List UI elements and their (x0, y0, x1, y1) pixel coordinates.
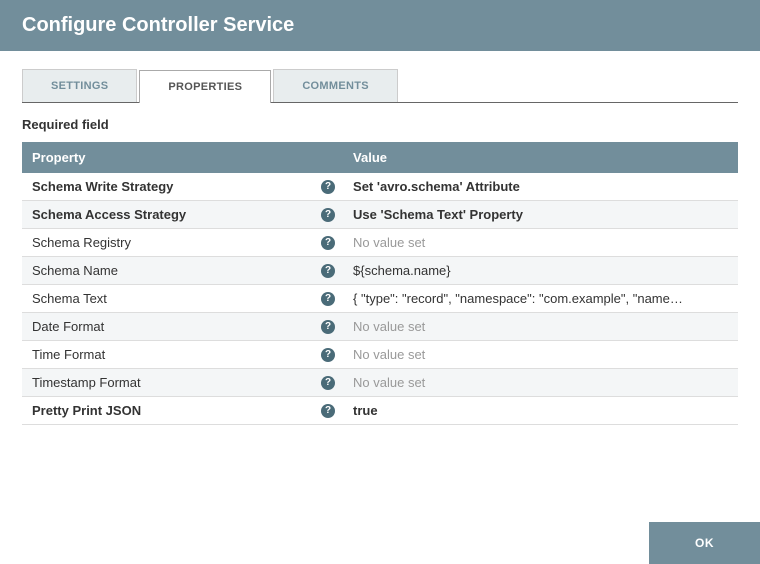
property-value-cell[interactable]: Use 'Schema Text' Property (343, 201, 693, 229)
tab-bar: SETTINGS PROPERTIES COMMENTS (22, 69, 738, 103)
property-actions-cell (693, 257, 738, 285)
property-value-cell[interactable]: No value set (343, 341, 693, 369)
help-icon[interactable]: ? (321, 376, 335, 390)
property-name-cell: Date Format? (22, 313, 343, 341)
property-name-cell: Schema Write Strategy? (22, 173, 343, 201)
tab-properties[interactable]: PROPERTIES (139, 70, 271, 103)
property-name-cell: Pretty Print JSON? (22, 397, 343, 425)
property-actions-cell (693, 229, 738, 257)
property-value: No value set (353, 347, 683, 362)
column-header-actions (693, 142, 738, 173)
dialog-content: SETTINGS PROPERTIES COMMENTS Required fi… (0, 51, 760, 425)
help-icon[interactable]: ? (321, 236, 335, 250)
dialog-title: Configure Controller Service (22, 14, 738, 37)
table-row: Schema Name? ${schema.name} (22, 257, 738, 285)
property-name: Schema Text (32, 291, 107, 306)
help-icon[interactable]: ? (321, 208, 335, 222)
dialog-header: Configure Controller Service (0, 0, 760, 51)
property-value-cell[interactable]: No value set (343, 313, 693, 341)
help-icon[interactable]: ? (321, 348, 335, 362)
property-name: Pretty Print JSON (32, 403, 141, 418)
tab-comments[interactable]: COMMENTS (273, 69, 398, 102)
column-header-value: Value (343, 142, 693, 173)
property-actions-cell (693, 173, 738, 201)
properties-table: Property Value Schema Write Strategy? Set… (22, 142, 738, 425)
help-icon[interactable]: ? (321, 264, 335, 278)
dialog-footer: OK (0, 522, 760, 564)
table-row: Date Format? No value set (22, 313, 738, 341)
property-actions-cell (693, 201, 738, 229)
help-icon[interactable]: ? (321, 292, 335, 306)
tab-settings[interactable]: SETTINGS (22, 69, 137, 102)
property-name: Timestamp Format (32, 375, 141, 390)
property-value-cell[interactable]: { "type": "record", "namespace": "com.ex… (343, 285, 693, 313)
property-value: true (353, 403, 683, 418)
property-name: Schema Access Strategy (32, 207, 186, 222)
column-header-property: Property (22, 142, 343, 173)
property-value: ${schema.name} (353, 263, 683, 278)
table-row: Schema Write Strategy? Set 'avro.schema' … (22, 173, 738, 201)
property-name: Time Format (32, 347, 105, 362)
property-name-cell: Time Format? (22, 341, 343, 369)
table-row: Schema Registry? No value set (22, 229, 738, 257)
help-icon[interactable]: ? (321, 404, 335, 418)
property-name-cell: Schema Text? (22, 285, 343, 313)
property-actions-cell (693, 341, 738, 369)
property-name: Schema Name (32, 263, 118, 278)
property-actions-cell (693, 369, 738, 397)
property-name-cell: Schema Registry? (22, 229, 343, 257)
property-name-cell: Schema Name? (22, 257, 343, 285)
property-value: No value set (353, 375, 683, 390)
table-row: Pretty Print JSON? true (22, 397, 738, 425)
property-name-cell: Schema Access Strategy? (22, 201, 343, 229)
help-icon[interactable]: ? (321, 180, 335, 194)
property-value: No value set (353, 235, 683, 250)
property-value: Set 'avro.schema' Attribute (353, 179, 683, 194)
property-value-cell[interactable]: Set 'avro.schema' Attribute (343, 173, 693, 201)
property-actions-cell (693, 313, 738, 341)
table-row: Schema Access Strategy? Use 'Schema Text'… (22, 201, 738, 229)
property-name: Schema Write Strategy (32, 179, 173, 194)
property-value: No value set (353, 319, 683, 334)
help-icon[interactable]: ? (321, 320, 335, 334)
property-value: Use 'Schema Text' Property (353, 207, 683, 222)
table-row: Timestamp Format? No value set (22, 369, 738, 397)
property-name: Date Format (32, 319, 104, 334)
property-name: Schema Registry (32, 235, 131, 250)
property-actions-cell (693, 397, 738, 425)
property-value-cell[interactable]: true (343, 397, 693, 425)
property-value-cell[interactable]: No value set (343, 369, 693, 397)
required-field-label: Required field (22, 117, 738, 132)
property-value-cell[interactable]: ${schema.name} (343, 257, 693, 285)
property-value-cell[interactable]: No value set (343, 229, 693, 257)
table-row: Time Format? No value set (22, 341, 738, 369)
property-actions-cell (693, 285, 738, 313)
ok-button[interactable]: OK (649, 522, 760, 564)
table-row: Schema Text? { "type": "record", "namespa… (22, 285, 738, 313)
property-name-cell: Timestamp Format? (22, 369, 343, 397)
property-value: { "type": "record", "namespace": "com.ex… (353, 291, 683, 306)
